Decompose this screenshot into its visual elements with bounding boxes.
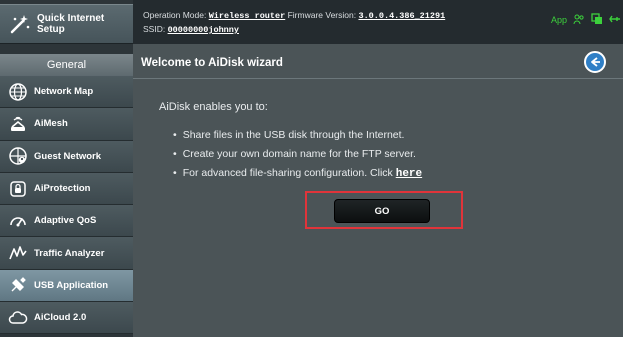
sidebar-item-aimesh[interactable]: AiMesh bbox=[0, 108, 133, 141]
globe-network-icon bbox=[7, 81, 29, 103]
list-item: Share files in the USB disk through the … bbox=[173, 126, 422, 145]
feature-list: Share files in the USB disk through the … bbox=[173, 126, 422, 183]
sidebar-item-label: USB Application bbox=[34, 279, 109, 291]
sidebar-item-label: AiCloud 2.0 bbox=[34, 312, 87, 324]
cloud-icon bbox=[7, 307, 29, 329]
usb-puzzle-icon bbox=[7, 274, 29, 296]
list-item: For advanced file-sharing configuration.… bbox=[173, 164, 422, 183]
sidebar: Quick Internet Setup General Network Map … bbox=[0, 0, 133, 337]
sidebar-item-traffic-analyzer[interactable]: Traffic Analyzer bbox=[0, 237, 133, 270]
back-arrow-icon bbox=[591, 57, 600, 67]
op-mode-label: Operation Mode: bbox=[143, 10, 207, 20]
sidebar-item-label: AiProtection bbox=[34, 183, 91, 195]
sidebar-item-aiprotection[interactable]: AiProtection bbox=[0, 172, 133, 206]
users-icon[interactable] bbox=[573, 12, 585, 30]
firmware-label: Firmware Version: bbox=[287, 10, 357, 20]
firmware-link[interactable]: 3.0.0.4.386_21291 bbox=[358, 11, 445, 21]
sidebar-item-network-map[interactable]: Network Map bbox=[0, 76, 133, 109]
speedometer-icon bbox=[7, 210, 29, 232]
sidebar-item-guest-network[interactable]: Guest Network bbox=[0, 140, 133, 173]
magic-wand-icon bbox=[8, 12, 32, 36]
sidebar-item-usb-application[interactable]: USB Application bbox=[0, 269, 133, 303]
operation-mode-line: Operation Mode: Wireless router Firmware… bbox=[143, 10, 445, 21]
quick-setup-label: Quick Internet Setup bbox=[37, 13, 105, 35]
sidebar-item-label: Traffic Analyzer bbox=[34, 247, 105, 259]
usb-status-icon[interactable] bbox=[609, 12, 621, 30]
sidebar-item-adaptive-qos[interactable]: Adaptive QoS bbox=[0, 205, 133, 238]
list-item: Create your own domain name for the FTP … bbox=[173, 145, 422, 164]
intro-text: AiDisk enables you to: bbox=[159, 101, 268, 113]
page-title: Welcome to AiDisk wizard bbox=[141, 57, 283, 69]
status-icons bbox=[573, 12, 621, 30]
app-label[interactable]: App bbox=[551, 15, 567, 25]
back-button[interactable] bbox=[584, 51, 606, 73]
mesh-router-icon bbox=[7, 113, 29, 135]
quick-internet-setup-button[interactable]: Quick Internet Setup bbox=[0, 4, 133, 44]
sidebar-item-label: Adaptive QoS bbox=[34, 215, 97, 227]
panel-header: Welcome to AiDisk wizard bbox=[133, 48, 623, 79]
traffic-wave-icon bbox=[7, 242, 29, 264]
sidebar-item-label: AiMesh bbox=[34, 118, 68, 130]
ssid-label: SSID: bbox=[143, 24, 166, 34]
copy-device-icon[interactable] bbox=[591, 12, 603, 30]
guest-globe-icon bbox=[7, 145, 29, 167]
ssid-link[interactable]: 00000000johnny bbox=[168, 25, 239, 35]
main-panel: Welcome to AiDisk wizard AiDisk enables … bbox=[133, 44, 623, 337]
here-link[interactable]: here bbox=[396, 168, 422, 180]
lock-shield-icon bbox=[7, 178, 29, 200]
ssid-line: SSID: 00000000johnny bbox=[143, 24, 239, 35]
sidebar-nav: Network Map AiMesh Guest Network AiProte… bbox=[0, 76, 133, 335]
sidebar-item-label: Guest Network bbox=[34, 150, 102, 162]
op-mode-link[interactable]: Wireless router bbox=[209, 11, 286, 21]
sidebar-item-label: Network Map bbox=[34, 86, 94, 98]
top-status-bar: Operation Mode: Wireless router Firmware… bbox=[133, 0, 623, 44]
sidebar-section-general: General bbox=[0, 54, 133, 76]
go-button[interactable]: GO bbox=[334, 199, 430, 223]
sidebar-item-aicloud[interactable]: AiCloud 2.0 bbox=[0, 302, 133, 335]
